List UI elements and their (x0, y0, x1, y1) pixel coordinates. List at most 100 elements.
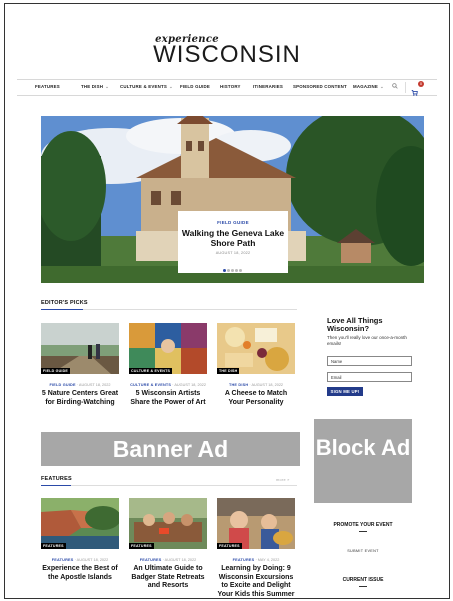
article-thumbnail[interactable]: FEATURES (129, 498, 207, 549)
heading-rule (359, 531, 367, 532)
article-image (217, 323, 295, 374)
nav-item-magazine[interactable]: MAGAZINE ⌄ (353, 84, 384, 90)
article-image (41, 498, 119, 549)
features-more-link[interactable]: more » (276, 478, 290, 482)
newsletter-subtitle: Then you'll really love our once-a-month… (327, 335, 407, 346)
article-category[interactable]: CULTURE & EVENTS (130, 383, 171, 387)
slider-dot[interactable] (231, 269, 234, 272)
hero-title[interactable]: Walking the Geneva Lake Shore Path (178, 228, 288, 248)
promote-event-heading: PROMOTE YOUR EVENT (333, 522, 393, 528)
nav-item-sponsored-content[interactable]: SPONSORED CONTENT (293, 84, 347, 89)
chevron-down-icon: ⌄ (380, 84, 384, 89)
category-tag[interactable]: FEATURES (41, 543, 66, 549)
banner-ad[interactable]: Banner Ad (41, 432, 300, 466)
article-category[interactable]: FIELD GUIDE (49, 383, 75, 387)
nav-item-field-guide[interactable]: FIELD GUIDE (180, 84, 210, 89)
slider-dot[interactable] (226, 269, 230, 272)
article-image (41, 323, 119, 374)
article-date: · AUGUST 18, 2022 (172, 383, 206, 387)
main-nav: FEATURES THE DISH ⌄ CULTURE & EVENTS ⌄ FIE… (17, 79, 437, 96)
article-category[interactable]: FEATURES (233, 558, 255, 562)
nav-label: THE DISH (81, 84, 104, 89)
article-title[interactable]: A Cheese to Match Your Personality (217, 390, 295, 407)
article-thumbnail[interactable]: FEATURES (217, 498, 295, 549)
article-category[interactable]: FEATURES (140, 558, 162, 562)
site-logo[interactable]: experience WISCONSIN (5, 34, 449, 67)
article-meta: FEATURES · MAY 4, 2022 (217, 558, 295, 562)
nav-label: SPONSORED CONTENT (293, 84, 347, 89)
nav-label: FEATURES (35, 84, 60, 89)
article-date: · AUGUST 18, 2022 (162, 558, 197, 562)
category-tag[interactable]: FEATURES (129, 543, 154, 549)
cart-count-badge: 0 (418, 81, 424, 87)
category-tag[interactable]: CULTURE & EVENTS (129, 368, 173, 374)
features-heading: FEATURES (41, 476, 72, 482)
article-meta: CULTURE & EVENTS · AUGUST 18, 2022 (129, 383, 207, 387)
article-date: · AUGUST 18, 2022 (249, 383, 284, 387)
article-thumbnail[interactable]: THE DISH (217, 323, 295, 374)
nav-item-culture-events[interactable]: CULTURE & EVENTS ⌄ (120, 84, 173, 90)
article-meta: FEATURES · AUGUST 18, 2022 (41, 558, 119, 562)
article-thumbnail[interactable]: FIELD GUIDE (41, 323, 119, 374)
nav-label: ITINERARIES (253, 84, 284, 89)
article-card[interactable]: FEATURES FEATURES · AUGUST 18, 2022 An U… (129, 498, 207, 591)
category-tag[interactable]: THE DISH (217, 368, 240, 374)
sign-up-button[interactable]: SIGN ME UP! (327, 387, 363, 396)
hero-slider[interactable]: FIELD GUIDE Walking the Geneva Lake Shor… (41, 116, 424, 283)
section-underline (41, 485, 71, 486)
article-title[interactable]: Experience the Best of the Apostle Islan… (41, 565, 119, 582)
category-tag[interactable]: FEATURES (217, 543, 242, 549)
article-category[interactable]: FEATURES (52, 558, 74, 562)
article-thumbnail[interactable]: FEATURES (41, 498, 119, 549)
heading-rule (359, 586, 367, 587)
email-field[interactable]: Email (327, 372, 412, 382)
search-icon[interactable] (392, 83, 398, 91)
block-ad[interactable]: Block Ad (314, 419, 412, 503)
slider-dot[interactable] (239, 269, 243, 272)
hero-date: AUGUST 18, 2022 (215, 251, 251, 255)
article-image (217, 498, 295, 549)
section-divider (41, 485, 297, 486)
slider-dot[interactable] (222, 269, 226, 272)
submit-event-link[interactable]: SUBMIT EVENT (314, 549, 412, 553)
article-image (129, 498, 207, 549)
current-issue-heading: CURRENT ISSUE (342, 577, 384, 583)
name-field[interactable]: Name (327, 356, 412, 366)
hero-category[interactable]: FIELD GUIDE (178, 220, 288, 225)
nav-item-the-dish[interactable]: THE DISH ⌄ (81, 84, 109, 90)
article-date: · AUGUST 18, 2022 (74, 558, 109, 562)
article-meta: THE DISH · AUGUST 18, 2022 (217, 383, 295, 387)
nav-item-itineraries[interactable]: ITINERARIES (253, 84, 283, 89)
article-title[interactable]: 5 Nature Centers Great for Birding-Watch… (41, 390, 119, 407)
article-card[interactable]: CULTURE & EVENTS CULTURE & EVENTS · AUGU… (129, 323, 207, 407)
article-title[interactable]: Learning by Doing: 9 Wisconsin Excursion… (217, 565, 295, 598)
nav-label: MAGAZINE (353, 84, 379, 89)
chevron-down-icon: ⌄ (169, 84, 173, 89)
article-date: · MAY 4, 2022 (255, 558, 280, 562)
article-thumbnail[interactable]: CULTURE & EVENTS (129, 323, 207, 374)
nav-item-features[interactable]: FEATURES (35, 84, 60, 89)
article-title[interactable]: 5 Wisconsin Artists Share the Power of A… (129, 390, 207, 407)
newsletter-title: Love All Things Wisconsin? (327, 316, 383, 333)
article-date: · AUGUST 18, 2022 (76, 383, 111, 387)
slider-dot[interactable] (235, 269, 239, 272)
nav-divider (405, 82, 406, 93)
article-card[interactable]: THE DISH THE DISH · AUGUST 18, 2022 A Ch… (217, 323, 295, 407)
article-card[interactable]: FEATURES FEATURES · AUGUST 18, 2022 Expe… (41, 498, 119, 582)
section-underline (41, 309, 83, 310)
cart-icon[interactable] (411, 83, 418, 96)
article-card[interactable]: FEATURES FEATURES · MAY 4, 2022 Learning… (217, 498, 295, 598)
article-title[interactable]: An Ultimate Guide to Badger State Retrea… (129, 565, 207, 591)
article-category[interactable]: THE DISH (229, 383, 248, 387)
article-meta: FIELD GUIDE · AUGUST 18, 2022 (41, 383, 119, 387)
category-tag[interactable]: FIELD GUIDE (41, 368, 70, 374)
chevron-down-icon: ⌄ (105, 84, 109, 89)
nav-item-history[interactable]: HISTORY (220, 84, 241, 89)
article-meta: FEATURES · AUGUST 18, 2022 (129, 558, 207, 562)
page: experience WISCONSIN FEATURES THE DISH ⌄ … (4, 3, 450, 599)
article-image (129, 323, 207, 374)
current-issue-cover[interactable] (338, 596, 388, 598)
nav-label: HISTORY (220, 84, 241, 89)
nav-label: FIELD GUIDE (180, 84, 211, 89)
article-card[interactable]: FIELD GUIDE FIELD GUIDE · AUGUST 18, 202… (41, 323, 119, 407)
